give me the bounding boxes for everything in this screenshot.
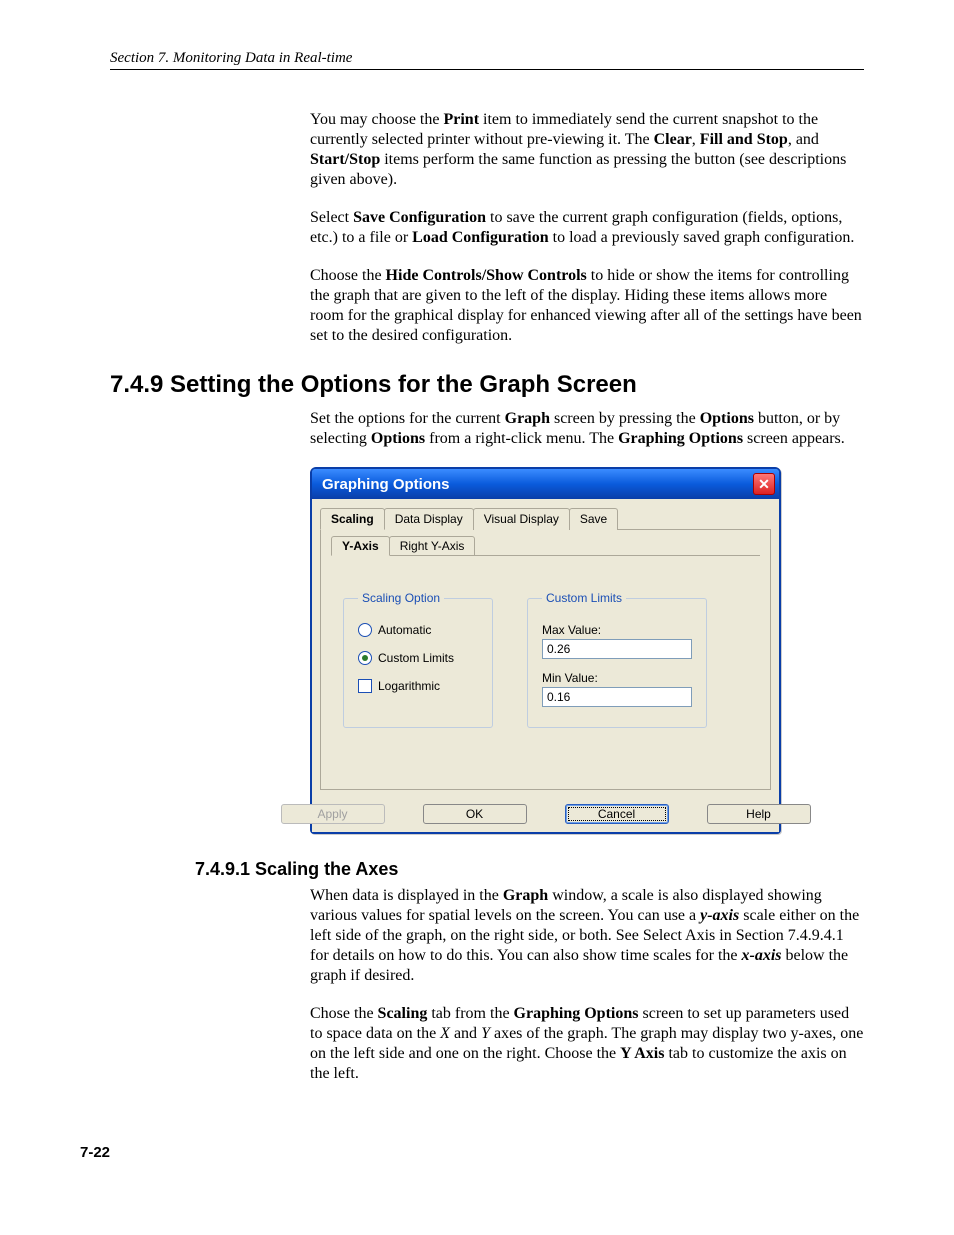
max-value-input[interactable] — [542, 639, 692, 659]
close-icon: ✕ — [758, 477, 770, 491]
radio-custom-limits[interactable] — [358, 651, 372, 665]
checkbox-logarithmic-label: Logarithmic — [378, 679, 440, 693]
main-tabs: Scaling Data Display Visual Display Save — [320, 507, 771, 530]
close-button[interactable]: ✕ — [753, 473, 775, 495]
apply-button[interactable]: Apply — [281, 804, 385, 824]
checkbox-logarithmic[interactable] — [358, 679, 372, 693]
page-number: 7-22 — [80, 1144, 864, 1161]
radio-automatic[interactable] — [358, 623, 372, 637]
subtab-y-axis[interactable]: Y-Axis — [331, 536, 390, 556]
running-header: Section 7. Monitoring Data in Real-time — [110, 50, 864, 70]
scaling-option-group: Scaling Option Automatic Custom Limits — [343, 591, 493, 728]
subtab-right-y-axis[interactable]: Right Y-Axis — [389, 536, 476, 556]
paragraph: You may choose the Print item to immedia… — [310, 110, 864, 190]
ok-button[interactable]: OK — [423, 804, 527, 824]
tab-scaling[interactable]: Scaling — [320, 508, 385, 530]
paragraph: Choose the Hide Controls/Show Controls t… — [310, 266, 864, 346]
sub-tabs: Y-Axis Right Y-Axis — [331, 536, 760, 556]
graphing-options-dialog: Graphing Options ✕ Scaling Data Display … — [310, 467, 781, 834]
scaling-option-legend: Scaling Option — [358, 591, 444, 605]
tab-save[interactable]: Save — [569, 508, 618, 530]
cancel-button[interactable]: Cancel — [565, 804, 669, 824]
heading-7491: 7.4.9.1 Scaling the Axes — [195, 859, 864, 880]
help-button[interactable]: Help — [707, 804, 811, 824]
radio-custom-limits-label: Custom Limits — [378, 651, 454, 665]
max-value-label: Max Value: — [542, 623, 692, 637]
min-value-label: Min Value: — [542, 671, 692, 685]
tab-data-display[interactable]: Data Display — [384, 508, 474, 530]
paragraph: Set the options for the current Graph sc… — [310, 409, 864, 449]
paragraph: Chose the Scaling tab from the Graphing … — [310, 1004, 864, 1084]
dialog-titlebar: Graphing Options ✕ — [312, 469, 779, 499]
dialog-title: Graphing Options — [322, 476, 450, 493]
radio-automatic-label: Automatic — [378, 623, 431, 637]
custom-limits-legend: Custom Limits — [542, 591, 626, 605]
custom-limits-group: Custom Limits Max Value: Min Value: — [527, 591, 707, 728]
paragraph: Select Save Configuration to save the cu… — [310, 208, 864, 248]
heading-749: 7.4.9 Setting the Options for the Graph … — [110, 371, 864, 399]
tab-visual-display[interactable]: Visual Display — [473, 508, 570, 530]
paragraph: When data is displayed in the Graph wind… — [310, 886, 864, 986]
min-value-input[interactable] — [542, 687, 692, 707]
